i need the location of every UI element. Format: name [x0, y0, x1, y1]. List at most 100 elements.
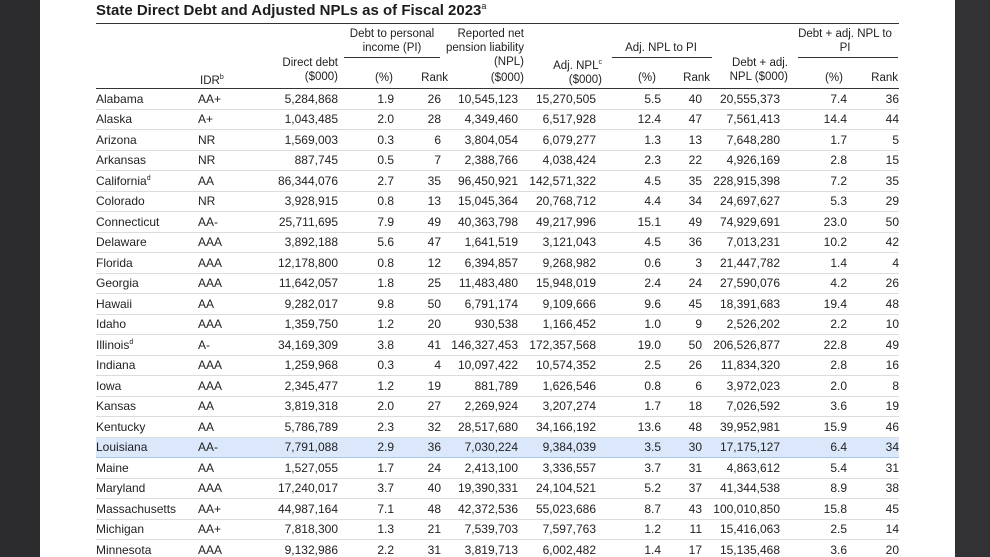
cell-npl: 2,413,100	[441, 457, 518, 479]
state-name: Illinoisd	[96, 334, 198, 356]
cell-debt-pi: 3.7	[338, 478, 394, 499]
cell-adj-rank: 22	[661, 150, 702, 171]
table-row: Illinoisd A- 34,169,309 3.8 41 146,327,453 172…	[96, 334, 899, 356]
cell-idr: AAA	[198, 314, 248, 335]
cell-npl: 10,097,422	[441, 355, 518, 376]
cell-adj-rank: 48	[661, 416, 702, 438]
cell-idr: AAA	[198, 355, 248, 376]
cell-total-pi: 2.8	[780, 355, 847, 376]
cell-total-pi: 6.4	[780, 436, 847, 458]
cell-total-pi: 3.6	[780, 396, 847, 417]
table-row: Georgia AAA 11,642,057 1.8 25 11,483,480 15,94…	[96, 273, 899, 294]
cell-debt-rank: 24	[394, 457, 441, 479]
cell-total-pi: 1.4	[780, 252, 847, 274]
cell-npl: 28,517,680	[441, 416, 518, 438]
cell-debt-pi: 2.3	[338, 416, 394, 438]
header-npl-unit: ($000)	[490, 72, 524, 84]
cell-adj-npl: 3,121,043	[518, 232, 596, 253]
cell-adj-npl: 15,948,019	[518, 273, 596, 294]
cell-adj-pi: 8.7	[596, 498, 661, 520]
cell-debt-pi: 2.2	[338, 539, 394, 557]
cell-npl: 11,483,480	[441, 273, 518, 294]
state-name: Michigan	[96, 519, 198, 540]
cell-npl: 3,819,713	[441, 539, 518, 557]
cell-adj-pi: 4.4	[596, 191, 661, 212]
state-name: Idaho	[96, 314, 198, 335]
cell-adj-npl: 10,574,352	[518, 355, 596, 376]
top-rule	[96, 23, 899, 24]
cell-debt: 1,569,003	[248, 129, 338, 151]
header-pct3: (%)	[825, 72, 843, 84]
header-adj-npl: Adj. NPLc ($000)	[553, 59, 602, 86]
cell-total-rank: 4	[847, 252, 899, 274]
cell-debt-rank: 47	[394, 232, 441, 253]
cell-debt-rank: 32	[394, 416, 441, 438]
cell-adj-rank: 18	[661, 396, 702, 417]
state-name: Colorado	[96, 191, 198, 212]
header-pct2: (%)	[638, 72, 656, 84]
cell-debt-pi: 1.9	[338, 89, 394, 110]
cell-adj-pi: 1.2	[596, 519, 661, 540]
cell-adj-pi: 1.0	[596, 314, 661, 335]
table-row: Minnesota AAA 9,132,986 2.2 31 3,819,713 6,002…	[96, 539, 899, 557]
cell-debt: 7,818,300	[248, 519, 338, 540]
cell-adj-rank: 47	[661, 109, 702, 130]
cell-adj-rank: 36	[661, 232, 702, 253]
header-direct-debt: Direct debt ($000)	[282, 57, 338, 83]
cell-adj-rank: 11	[661, 519, 702, 540]
cell-total-pi: 2.0	[780, 375, 847, 397]
cell-total-rank: 38	[847, 478, 899, 499]
cell-adj-npl: 7,597,763	[518, 519, 596, 540]
cell-total-rank: 15	[847, 150, 899, 171]
state-name: Louisiana	[96, 436, 198, 458]
cell-adj-rank: 26	[661, 355, 702, 376]
header-underline	[344, 57, 440, 58]
state-name: Alabama	[96, 89, 198, 110]
cell-adj-pi: 15.1	[596, 211, 661, 233]
cell-debt-rank: 31	[394, 539, 441, 557]
cell-debt: 2,345,477	[248, 375, 338, 397]
cell-total-pi: 7.2	[780, 170, 847, 192]
table-row: Connecticut AA- 25,711,695 7.9 49 40,363,798 4…	[96, 211, 899, 233]
cell-npl: 96,450,921	[441, 170, 518, 192]
cell-debt-pi: 1.8	[338, 273, 394, 294]
cell-debt-rank: 13	[394, 191, 441, 212]
cell-total: 18,391,683	[702, 293, 780, 315]
cell-adj-npl: 24,104,521	[518, 478, 596, 499]
cell-adj-npl: 34,166,192	[518, 416, 596, 438]
state-name: Arkansas	[96, 150, 198, 171]
cell-adj-npl: 3,336,557	[518, 457, 596, 479]
cell-idr: NR	[198, 150, 248, 171]
cell-total-rank: 16	[847, 355, 899, 376]
cell-total: 7,561,413	[702, 109, 780, 130]
cell-debt-rank: 26	[394, 89, 441, 110]
cell-idr: AAA	[198, 539, 248, 557]
cell-idr: A-	[198, 334, 248, 356]
cell-total-pi: 4.2	[780, 273, 847, 294]
cell-adj-npl: 6,079,277	[518, 129, 596, 151]
cell-debt: 86,344,076	[248, 170, 338, 192]
left-background-panel	[0, 0, 40, 557]
cell-adj-pi: 13.6	[596, 416, 661, 438]
cell-debt-rank: 35	[394, 170, 441, 192]
table-row: Idaho AAA 1,359,750 1.2 20 930,538 1,166,452 1.…	[96, 314, 899, 335]
cell-total-rank: 34	[847, 436, 899, 458]
cell-total-pi: 19.4	[780, 293, 847, 315]
cell-npl: 930,538	[441, 314, 518, 335]
cell-total: 7,026,592	[702, 396, 780, 417]
table-row: Arkansas NR 887,745 0.5 7 2,388,766 4,038,424 2…	[96, 150, 899, 171]
table-row: Florida AAA 12,178,800 0.8 12 6,394,857 9,268,…	[96, 252, 899, 274]
cell-adj-npl: 6,517,928	[518, 109, 596, 130]
state-name: Maine	[96, 457, 198, 479]
cell-total: 20,555,373	[702, 89, 780, 110]
cell-debt-pi: 5.6	[338, 232, 394, 253]
cell-total-pi: 2.5	[780, 519, 847, 540]
cell-debt: 44,987,164	[248, 498, 338, 520]
cell-adj-rank: 13	[661, 129, 702, 151]
cell-total-rank: 50	[847, 211, 899, 233]
cell-debt: 9,132,986	[248, 539, 338, 557]
document-page: State Direct Debt and Adjusted NPLs as o…	[40, 0, 955, 557]
table-row: Alaska A+ 1,043,485 2.0 28 4,349,460 6,517,928…	[96, 109, 899, 130]
table-row: Iowa AAA 2,345,477 1.2 19 881,789 1,626,546 0.8…	[96, 375, 899, 397]
cell-total: 17,175,127	[702, 436, 780, 458]
